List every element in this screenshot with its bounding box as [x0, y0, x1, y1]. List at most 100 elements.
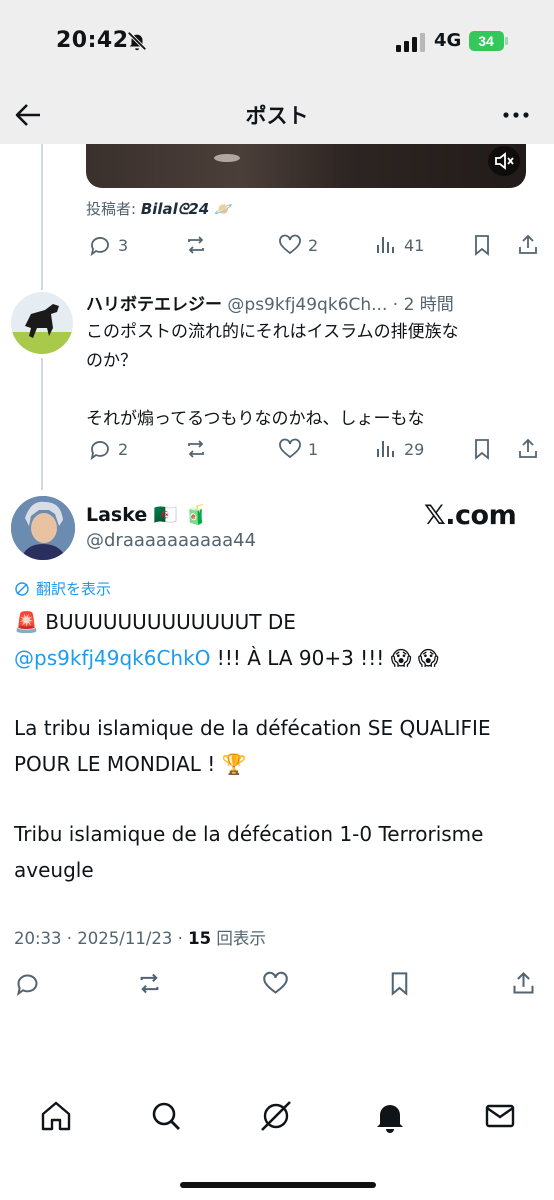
video-thumbnail[interactable] [86, 144, 526, 188]
share-button[interactable] [516, 232, 540, 258]
reply-text-line: のか？ [86, 351, 137, 371]
like-button[interactable] [262, 970, 289, 996]
repost-button[interactable] [184, 436, 214, 462]
like-button[interactable]: 2 [278, 232, 318, 258]
reply-author-handle[interactable]: @ps9kfj49qk6Ch... [227, 295, 387, 315]
reply-button[interactable] [14, 970, 41, 996]
main-text-line2: !!! À LA 90+3 !!! 😱 😱 [210, 646, 439, 670]
main-text-line1: BUUUUUUUUUUUUUT DE [45, 610, 296, 634]
translate-link[interactable]: 翻訳を表示 [14, 578, 111, 599]
bookmark-button[interactable] [470, 436, 494, 462]
share-button[interactable] [516, 436, 540, 462]
status-bar: 20:42 4G 34 [0, 0, 554, 86]
like-button[interactable]: 1 [278, 436, 318, 462]
main-text-para3: Tribu islamique de la défécation 1-0 Ter… [14, 822, 484, 882]
reply-button[interactable]: 2 [88, 436, 128, 462]
prev-post-actions: 3 2 41 [88, 232, 540, 258]
reply-icon [90, 441, 109, 461]
views-button[interactable]: 41 [374, 232, 424, 258]
thread-line-lower [41, 358, 43, 490]
video-highlight [214, 154, 240, 162]
repost-button[interactable] [184, 232, 214, 258]
main-author-name[interactable]: Laske 🇩🇿 🧃 [86, 503, 208, 526]
translate-label[interactable]: 翻訳を表示 [36, 578, 111, 599]
horse-avatar-image [11, 292, 73, 354]
reply-header: ハリボテエレジー @ps9kfj49qk6Ch... · 2 時間 [86, 290, 516, 315]
views-icon [377, 237, 394, 253]
status-time: 20:42 [56, 28, 129, 53]
thread-line-upper [41, 144, 43, 290]
top-nav-bar: ポスト [0, 86, 554, 144]
avatar[interactable] [11, 496, 75, 560]
messages-icon[interactable] [482, 1098, 518, 1134]
repost-icon [188, 440, 204, 458]
poster-name[interactable]: Bilal‌ᘓ24 [141, 200, 209, 218]
reply-text-line: このポストの流れ的にそれはイスラムの排便族な [86, 322, 459, 342]
mention-link[interactable]: @ps9kfj49qk6ChkO [14, 646, 210, 670]
xcom-watermark: 𝕏.com [424, 500, 517, 531]
share-button[interactable] [510, 970, 537, 996]
reply-icon [16, 974, 38, 996]
main-author-name-text[interactable]: Laske [86, 504, 147, 526]
poster-credit: 投稿者: Bilal‌ᘓ24 🪐 [86, 198, 233, 219]
share-icon [513, 971, 534, 994]
reply-count: 2 [118, 439, 129, 459]
views-count: 15 [188, 929, 212, 948]
reply-text: このポストの流れ的にそれはイスラムの排便族な のか？ それが煽ってるつもりなのか… [86, 318, 536, 434]
like-icon [263, 971, 288, 994]
reply-actions: 2 1 29 [88, 436, 540, 462]
main-post-text: 🚨 BUUUUUUUUUUUUUT DE @ps9kfj49qk6ChkO !!… [14, 604, 544, 888]
share-icon [519, 438, 537, 458]
signal-icon [396, 33, 425, 52]
page-title: ポスト [245, 104, 309, 128]
mute-icon[interactable] [488, 146, 520, 176]
grok-icon[interactable] [258, 1098, 294, 1134]
more-icon[interactable] [500, 100, 532, 130]
main-author-handle[interactable]: @draaaaaaaaaa44 [86, 530, 256, 551]
reply-time: · 2 時間 [392, 295, 454, 315]
views-label: 回表示 [211, 929, 266, 948]
views-button[interactable]: 29 [374, 436, 424, 462]
like-count: 1 [308, 439, 319, 459]
repost-icon [188, 236, 204, 254]
like-count: 2 [308, 235, 319, 255]
notifications-icon[interactable] [372, 1098, 408, 1134]
post-timestamp[interactable]: 20:33 · 2025/11/23 · [14, 929, 188, 948]
network-label: 4G [434, 30, 462, 51]
bookmark-button[interactable] [386, 970, 413, 996]
siren-emoji: 🚨 [14, 610, 39, 634]
search-icon[interactable] [148, 1098, 184, 1134]
like-icon [279, 438, 301, 459]
views-count: 29 [404, 439, 425, 459]
home-icon[interactable] [38, 1098, 74, 1134]
home-indicator [180, 1182, 376, 1188]
poster-label: 投稿者: [86, 200, 141, 218]
reply-author-name[interactable]: ハリボテエレジー [86, 295, 222, 315]
bell-muted-icon [127, 31, 147, 51]
views-count: 41 [404, 235, 425, 255]
share-icon [519, 234, 537, 254]
like-icon [279, 234, 301, 255]
anime-avatar-image [11, 496, 75, 560]
bookmark-icon [391, 971, 408, 996]
avatar[interactable] [11, 292, 73, 354]
battery-level: 34 [478, 33, 494, 49]
reply-button[interactable]: 3 [88, 232, 128, 258]
repost-icon [140, 973, 159, 993]
reply-text-line: それが煽ってるつもりなのかね、しょーもな [86, 409, 425, 429]
bookmark-icon [475, 235, 489, 256]
bottom-tab-bar [0, 1090, 554, 1150]
bookmark-button[interactable] [470, 232, 494, 258]
reply-count: 3 [118, 235, 129, 255]
bookmark-icon [475, 439, 489, 460]
poster-emoji: 🪐 [214, 200, 233, 218]
repost-button[interactable] [136, 970, 163, 996]
translate-icon [15, 581, 29, 596]
author-flags: 🇩🇿 🧃 [153, 504, 208, 526]
views-icon [377, 441, 394, 457]
main-text-para2: La tribu islamique de la défécation SE Q… [14, 716, 491, 776]
reply-icon [90, 237, 109, 257]
battery-icon: 34 [469, 31, 508, 51]
post-meta: 20:33 · 2025/11/23 · 15 回表示 [14, 925, 266, 949]
main-post-actions [14, 970, 540, 996]
